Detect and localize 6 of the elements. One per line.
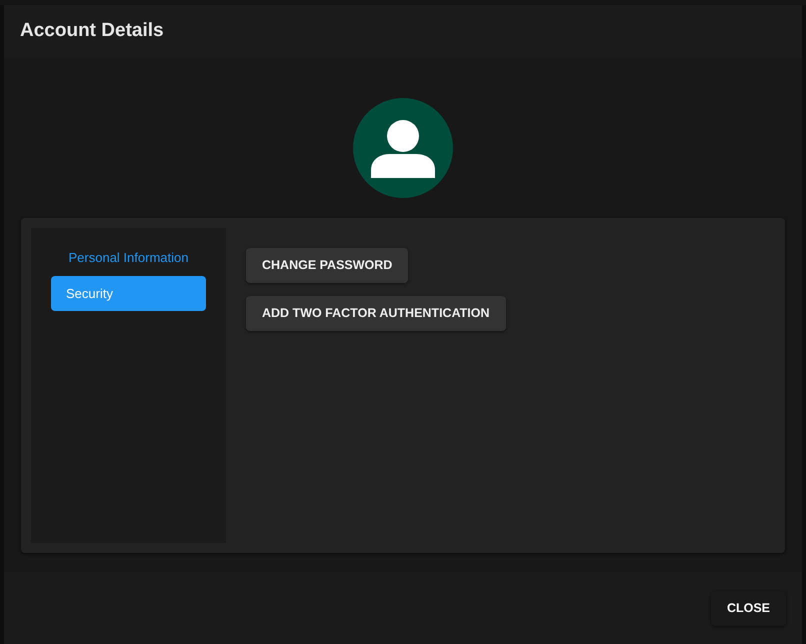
- dialog-title: Account Details: [20, 19, 164, 44]
- sidebar-tab[interactable]: Personal Information: [51, 248, 206, 268]
- action-button[interactable]: CHANGE PASSWORD: [246, 248, 408, 283]
- user-icon: [370, 118, 436, 178]
- close-button[interactable]: CLOSE: [710, 590, 786, 626]
- action-button[interactable]: ADD TWO FACTOR AUTHENTICATION: [246, 296, 506, 331]
